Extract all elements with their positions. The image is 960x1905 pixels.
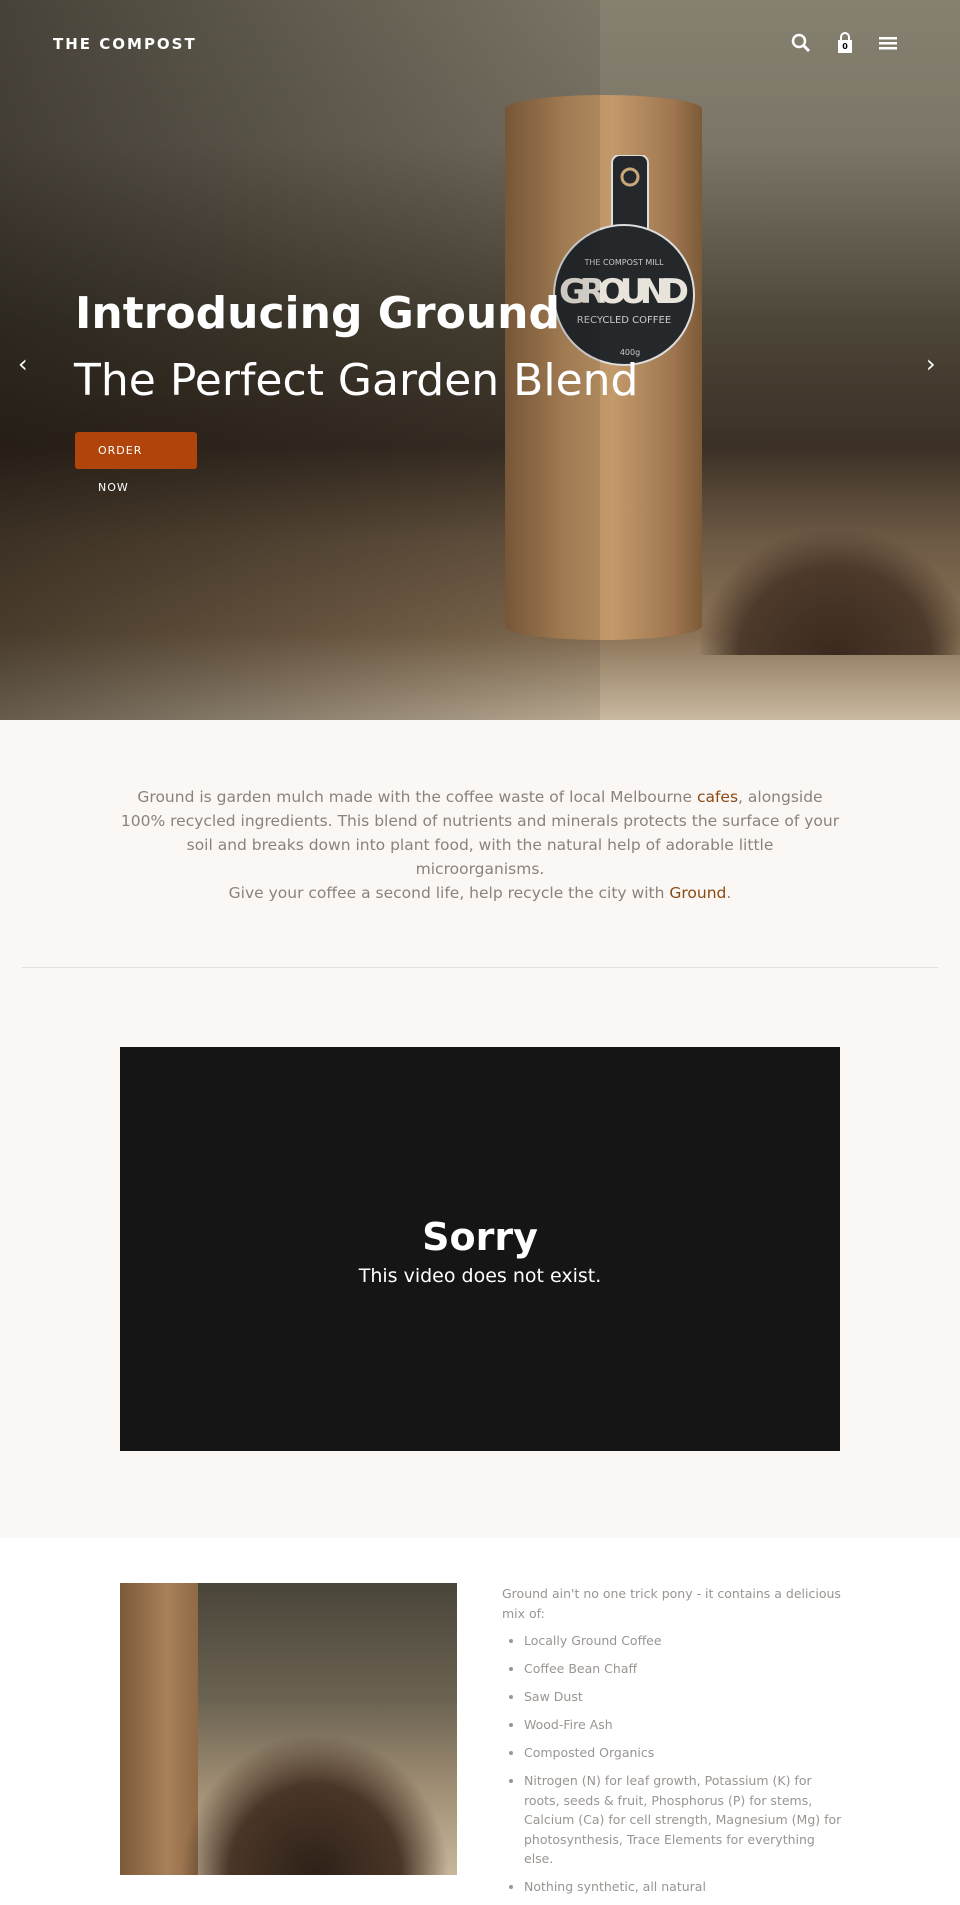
- list-item: Wood-Fire Ash: [524, 1715, 847, 1735]
- search-icon[interactable]: [790, 32, 812, 54]
- video-error-title: Sorry: [422, 1215, 538, 1259]
- list-item: Nitrogen (N) for leaf growth, Potassium …: [524, 1771, 847, 1869]
- video-error-message: This video does not exist.: [358, 1265, 602, 1287]
- prev-slide-arrow-icon[interactable]: ‹: [18, 350, 28, 378]
- cart-button[interactable]: 0: [834, 32, 856, 54]
- order-now-button[interactable]: ORDER NOW: [75, 432, 197, 494]
- list-item: Saw Dust: [524, 1687, 847, 1707]
- site-logo[interactable]: THE COMPOST: [53, 35, 197, 53]
- list-item: Composted Organics: [524, 1743, 847, 1763]
- product-photo: [120, 1583, 457, 1875]
- divider: [22, 967, 938, 968]
- ground-link[interactable]: Ground: [669, 884, 726, 902]
- ingredients-intro: Ground ain't no one trick pony - it cont…: [502, 1586, 841, 1621]
- video-player[interactable]: Sorry This video does not exist.: [120, 1047, 840, 1451]
- hero-subtitle: The Perfect Garden Blend: [74, 355, 639, 406]
- ingredients-list: Locally Ground Coffee Coffee Bean Chaff …: [524, 1631, 847, 1897]
- menu-icon[interactable]: [877, 32, 899, 54]
- cart-count: 0: [842, 42, 848, 51]
- intro-paragraph: Ground is garden mulch made with the cof…: [120, 788, 840, 878]
- list-item: Nothing synthetic, all natural: [524, 1877, 847, 1897]
- cafes-link[interactable]: cafes: [697, 788, 738, 806]
- recycle-paragraph: Give your coffee a second life, help rec…: [228, 884, 732, 902]
- intro-section: Ground is garden mulch made with the cof…: [0, 720, 960, 1538]
- hero-slider: THE COMPOST MILL GROUND RECYCLED COFFEE …: [0, 0, 960, 720]
- hero-title: Introducing Ground: [75, 288, 560, 339]
- ingredients-description: Ground ain't no one trick pony - it cont…: [502, 1584, 847, 1905]
- list-item: Locally Ground Coffee: [524, 1631, 847, 1651]
- next-slide-arrow-icon[interactable]: ›: [926, 350, 936, 378]
- list-item: Coffee Bean Chaff: [524, 1659, 847, 1679]
- coffee-grounds-pile-image: [700, 530, 960, 655]
